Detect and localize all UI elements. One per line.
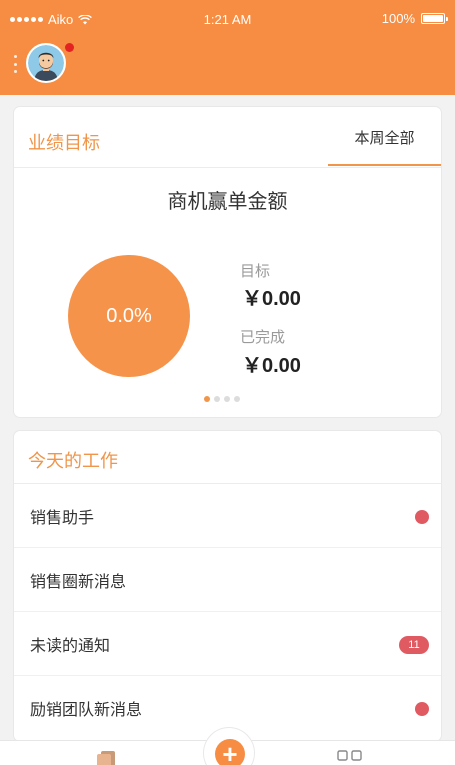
- battery-percent: 100%: [381, 11, 415, 26]
- list-item-label: 销售助手: [30, 508, 95, 527]
- tab-workbench[interactable]: [96, 751, 116, 765]
- progress-percent: 0.0%: [106, 305, 152, 327]
- page-dot[interactable]: [214, 396, 220, 402]
- battery-icon: [421, 13, 448, 24]
- unread-count-badge: 11: [399, 636, 429, 654]
- notification-dot: [65, 43, 74, 52]
- avatar[interactable]: [26, 43, 66, 83]
- today-work-card: 今天的工作 销售助手 销售圈新消息 未读的通知 11 励销团队新消息: [14, 431, 441, 741]
- apps-grid-icon: [337, 750, 362, 761]
- tab-this-week-all-label: 本周全部: [354, 129, 415, 147]
- divider: [14, 167, 441, 168]
- status-right: 100%: [381, 11, 448, 26]
- plus-icon: +: [215, 739, 245, 765]
- target-label: 目标: [240, 262, 271, 280]
- page-dot-active[interactable]: [204, 396, 210, 402]
- document-stack-icon: [97, 751, 115, 765]
- app-screen: Aiko 1:21 AM 100% 业绩目标 本周全部 商机赢单金额 0.0% …: [0, 0, 455, 765]
- tab-underline: [328, 164, 441, 166]
- completed-value: ￥0.00: [242, 355, 301, 377]
- completed-label: 已完成: [240, 328, 286, 346]
- user-avatar-icon: [28, 45, 64, 81]
- metric-title: 商机赢单金额: [167, 189, 288, 213]
- unread-dot: [415, 702, 429, 716]
- list-item-unread-notices[interactable]: 未读的通知 11: [14, 612, 441, 676]
- performance-title: 业绩目标: [28, 133, 100, 154]
- page-dot[interactable]: [224, 396, 230, 402]
- performance-card: 业绩目标 本周全部 商机赢单金额 0.0% 目标 ￥0.00 已完成 ￥0.00: [14, 107, 441, 417]
- tab-apps[interactable]: [336, 749, 364, 765]
- tab-this-week-all[interactable]: 本周全部: [328, 107, 441, 166]
- page-indicator[interactable]: [204, 396, 240, 402]
- list-item-sales-assistant[interactable]: 销售助手: [14, 484, 441, 548]
- today-work-title: 今天的工作: [28, 451, 118, 472]
- list-item-label: 未读的通知: [30, 636, 111, 655]
- menu-dots-icon[interactable]: [14, 55, 18, 73]
- progress-circle: 0.0%: [68, 255, 190, 377]
- list-item-label: 励销团队新消息: [30, 700, 143, 719]
- list-item-sales-circle[interactable]: 销售圈新消息: [14, 548, 441, 612]
- unread-dot: [415, 510, 429, 524]
- list-item-label: 销售圈新消息: [30, 572, 127, 591]
- target-value: ￥0.00: [242, 288, 301, 310]
- header: Aiko 1:21 AM 100%: [0, 0, 455, 95]
- status-bar: Aiko 1:21 AM 100%: [0, 8, 455, 32]
- page-dot[interactable]: [234, 396, 240, 402]
